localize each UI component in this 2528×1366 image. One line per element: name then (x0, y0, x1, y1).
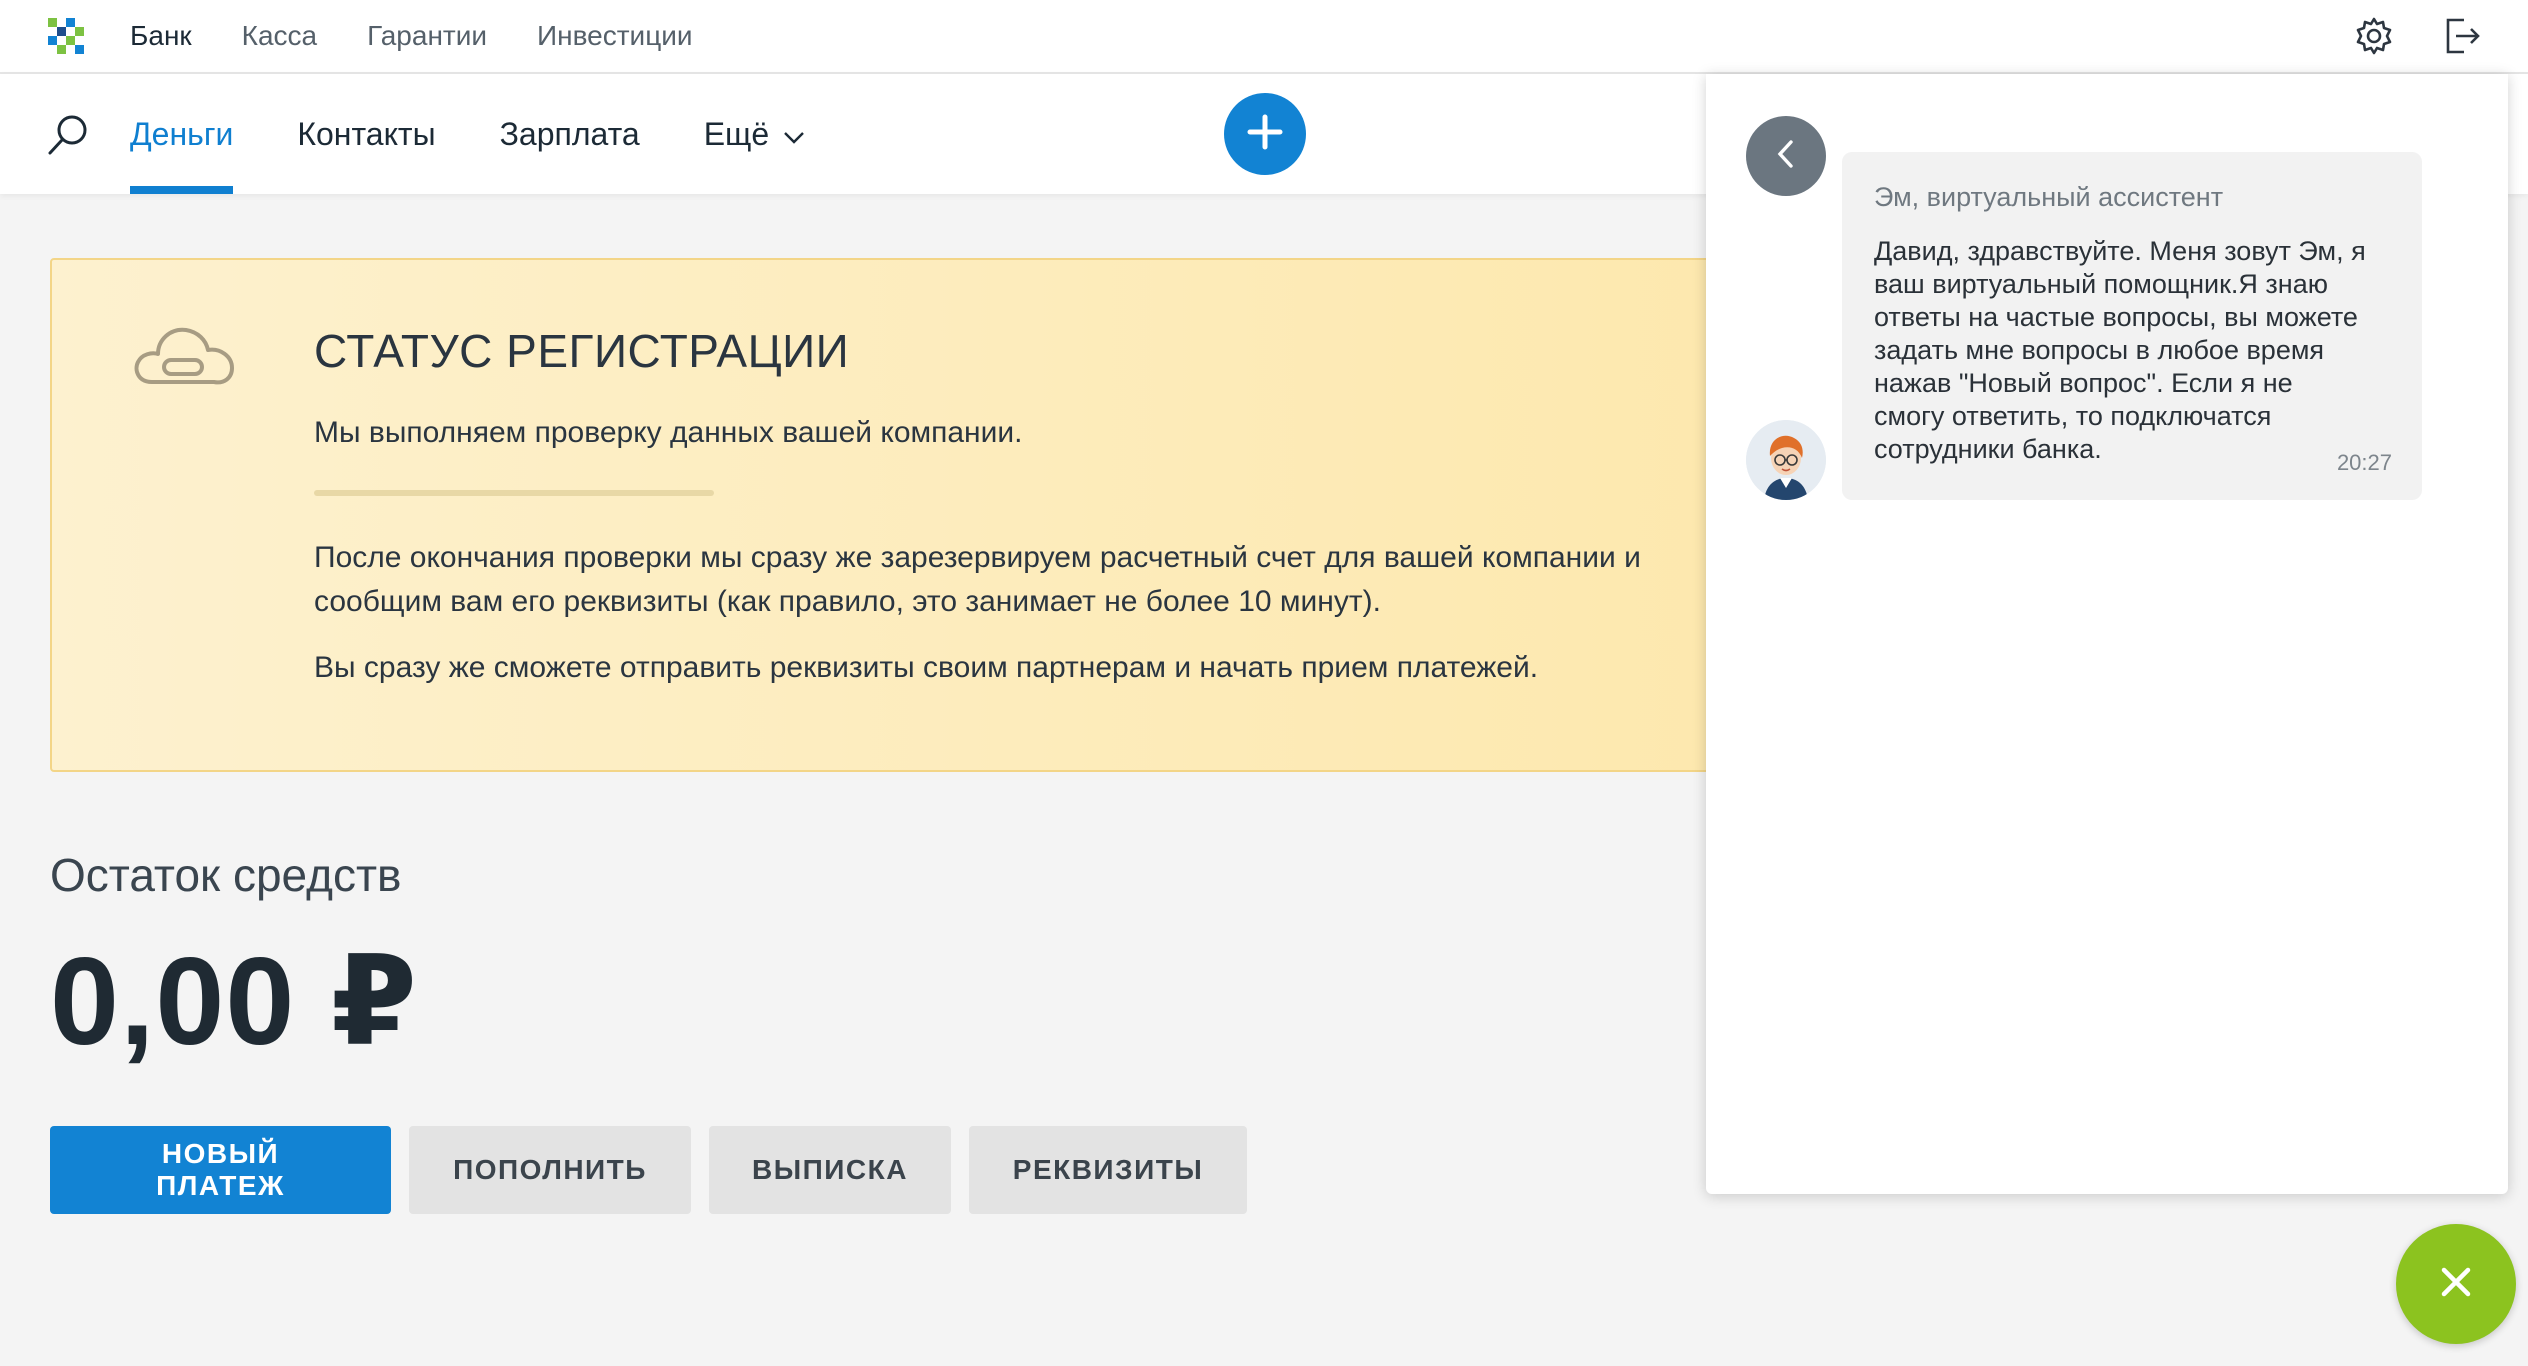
tab-salary[interactable]: Зарплата (500, 74, 640, 194)
statement-button[interactable]: ВЫПИСКА (709, 1126, 951, 1214)
top-nav-kassa[interactable]: Касса (242, 20, 317, 52)
plus-icon (1245, 112, 1285, 157)
balance-amount: 0,00 ₽ (50, 933, 419, 1071)
top-nav-bank[interactable]: Банк (130, 20, 192, 52)
chevron-left-icon (1771, 136, 1801, 177)
chat-message-author: Эм, виртуальный ассистент (1874, 182, 2224, 212)
top-nav-investments[interactable]: Инвестиции (537, 20, 693, 52)
status-paragraph-2: Вы сразу же сможете отправить реквизиты … (314, 651, 1539, 684)
assistant-avatar (1746, 420, 1826, 500)
status-title: СТАТУС РЕГИСТРАЦИИ (314, 325, 850, 377)
status-divider (314, 490, 714, 496)
assistant-chat-panel: Эм, виртуальный ассистент Давид, здравст… (1706, 74, 2508, 1194)
top-nav-guarantees[interactable]: Гарантии (367, 20, 487, 52)
bank-logo-icon[interactable] (48, 18, 84, 54)
tab-more-label: Ещё (703, 115, 770, 152)
balance-actions: НОВЫЙ ПЛАТЕЖ ПОПОЛНИТЬ ВЫПИСКА РЕКВИЗИТЫ (50, 1126, 1265, 1214)
tab-more[interactable]: Ещё (704, 74, 805, 194)
logout-icon[interactable] (2436, 10, 2488, 62)
status-paragraph-line-1: После окончания проверки мы сразу же зар… (314, 541, 1641, 574)
close-chat-button[interactable] (2396, 1224, 2516, 1344)
requisites-button[interactable]: РЕКВИЗИТЫ (969, 1126, 1247, 1214)
status-paragraph-line-2: сообщим вам его реквизиты (как правило, … (314, 585, 1381, 618)
chat-back-button[interactable] (1746, 116, 1826, 196)
tab-money[interactable]: Деньги (130, 74, 234, 194)
top-nav: Банк Касса Гарантии Инвестиции (130, 0, 743, 72)
tab-money-label: Деньги (130, 115, 234, 152)
new-payment-button[interactable]: НОВЫЙ ПЛАТЕЖ (50, 1126, 391, 1214)
status-subtitle: Мы выполняем проверку данных вашей компа… (314, 416, 1023, 449)
chat-message-line: ответы на частые вопросы, вы можете (1874, 302, 2358, 332)
registration-status-card: СТАТУС РЕГИСТРАЦИИ Мы выполняем проверку… (50, 258, 1780, 772)
tab-contacts[interactable]: Контакты (297, 74, 435, 194)
chat-message-line: сотрудники банка. (1874, 434, 2102, 464)
chevron-down-icon (783, 116, 805, 153)
main-tabs: Деньги Контакты Зарплата Ещё (130, 74, 869, 194)
tab-salary-label: Зарплата (499, 115, 640, 152)
balance-title: Остаток средств (50, 849, 402, 901)
chat-message-time: 20:27 (2336, 450, 2392, 475)
search-icon[interactable] (44, 110, 94, 160)
top-bar: Банк Касса Гарантии Инвестиции (0, 0, 2528, 74)
chat-message-line: ваш виртуальный помощник.Я знаю (1874, 269, 2328, 299)
chat-message-bubble: Эм, виртуальный ассистент Давид, здравст… (1842, 152, 2422, 500)
tab-contacts-label: Контакты (297, 115, 436, 152)
close-icon (2436, 1262, 2476, 1307)
add-button[interactable] (1224, 93, 1306, 175)
gear-icon[interactable] (2348, 10, 2400, 62)
chat-message-line: Давид, здравствуйте. Меня зовут Эм, я (1874, 236, 2366, 266)
chat-message-line: нажав "Новый вопрос". Если я не (1874, 368, 2293, 398)
cloud-icon (132, 320, 236, 392)
chat-message-line: задать мне вопросы в любое время (1874, 335, 2325, 365)
top-up-button[interactable]: ПОПОЛНИТЬ (409, 1126, 691, 1214)
chat-message-line: смогу ответить, то подключатся (1874, 401, 2272, 431)
